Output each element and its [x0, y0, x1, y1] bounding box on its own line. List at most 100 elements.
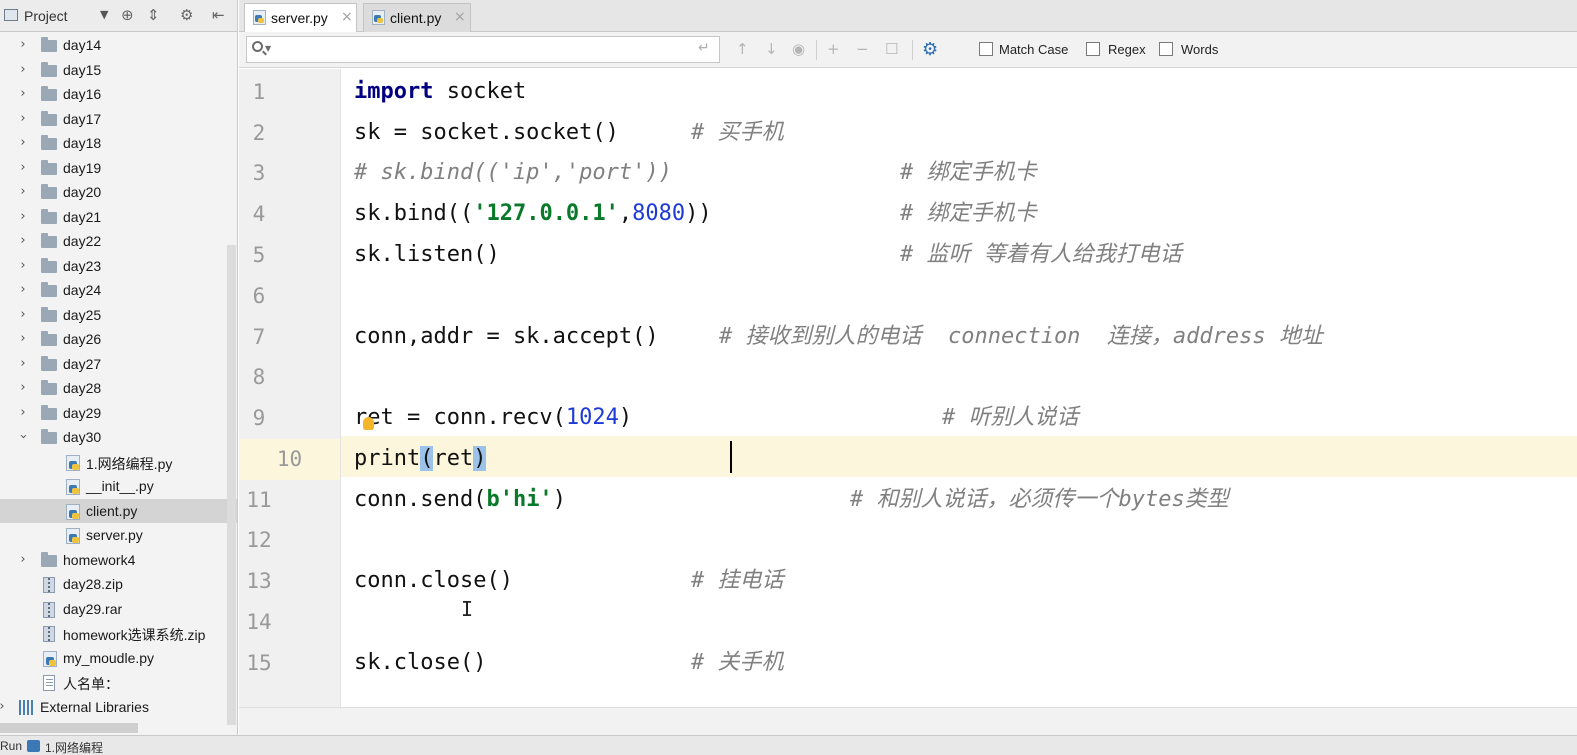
regex-checkbox[interactable]: [1086, 42, 1100, 56]
chevron-right-icon[interactable]: ›: [17, 307, 29, 322]
tree-item-name-list[interactable]: 人名单：: [0, 670, 237, 695]
tree-item-day15[interactable]: › day15: [0, 58, 237, 83]
tree-item-network-programming-py[interactable]: 1.网络编程.py: [0, 450, 237, 475]
tree-item-init-py[interactable]: __init__.py: [0, 474, 237, 499]
tab-server-py[interactable]: server.py ×: [244, 3, 357, 32]
chevron-right-icon[interactable]: ›: [17, 552, 29, 567]
lightbulb-icon[interactable]: [363, 417, 374, 430]
close-icon[interactable]: ×: [341, 9, 353, 25]
match-case-label[interactable]: Match Case: [999, 42, 1068, 57]
previous-occurrence-icon[interactable]: ↑: [736, 40, 749, 58]
tree-item-day26[interactable]: › day26: [0, 327, 237, 352]
project-panel-scrollbar[interactable]: [227, 245, 236, 725]
close-icon[interactable]: ×: [454, 9, 466, 25]
gear-icon[interactable]: ⚙: [180, 6, 193, 24]
code-line-1[interactable]: import socket: [354, 72, 526, 113]
regex-label[interactable]: Regex: [1108, 42, 1146, 57]
code-line-7[interactable]: conn,addr = sk.accept(): [354, 317, 659, 358]
tree-item-day20[interactable]: › day20: [0, 180, 237, 205]
remove-selection-icon[interactable]: −: [856, 40, 869, 58]
code-line-15[interactable]: sk.close(): [354, 643, 486, 684]
chevron-down-icon[interactable]: ›: [16, 431, 31, 443]
line-number: 15: [246, 651, 272, 675]
chevron-right-icon[interactable]: ›: [17, 184, 29, 199]
tree-item-day21[interactable]: › day21: [0, 205, 237, 230]
code-line-13[interactable]: conn.close(): [354, 561, 513, 602]
code-comment: # 绑定手机卡: [900, 160, 1037, 185]
search-icon[interactable]: [252, 41, 263, 52]
tree-item-day14[interactable]: › day14: [0, 33, 237, 58]
project-panel-horizontal-scrollbar[interactable]: [0, 723, 138, 733]
run-configuration-label[interactable]: 1.网络编程: [45, 739, 103, 755]
chevron-right-icon[interactable]: ›: [17, 233, 29, 248]
tab-client-py[interactable]: client.py ×: [363, 3, 471, 32]
code-line-9[interactable]: ret = conn.recv(1024): [354, 398, 632, 439]
code-line-3[interactable]: # sk.bind(('ip','port')): [354, 153, 672, 194]
tree-item-day28-zip[interactable]: day28.zip: [0, 572, 237, 597]
tree-item-homework-zip[interactable]: homework选课系统.zip: [0, 621, 237, 646]
code-token: ,: [618, 201, 633, 226]
search-input[interactable]: [246, 36, 720, 63]
tree-item-day28[interactable]: › day28: [0, 376, 237, 401]
tree-item-day27[interactable]: › day27: [0, 352, 237, 377]
code-token: # sk.bind(('ip','port')): [354, 160, 672, 185]
project-panel-title[interactable]: Project: [24, 8, 68, 24]
tree-item-my-moudle-py[interactable]: my_moudle.py: [0, 646, 237, 671]
chevron-right-icon[interactable]: ›: [0, 699, 8, 714]
hide-panel-icon[interactable]: ⇤: [212, 6, 225, 24]
tree-item-day24[interactable]: › day24: [0, 278, 237, 303]
code-comment: # 听别人说话: [942, 405, 1079, 430]
chevron-right-icon[interactable]: ›: [17, 86, 29, 101]
words-label[interactable]: Words: [1181, 42, 1218, 57]
tree-item-client-py[interactable]: client.py: [0, 498, 237, 523]
tree-item-homework4[interactable]: › homework4: [0, 548, 237, 573]
chevron-right-icon[interactable]: ›: [17, 111, 29, 126]
locate-icon[interactable]: ⊕: [121, 6, 134, 24]
chevron-right-icon[interactable]: ›: [17, 160, 29, 175]
tree-item-day29-rar[interactable]: day29.rar: [0, 597, 237, 622]
run-label[interactable]: Run: [0, 739, 22, 753]
tree-item-day16[interactable]: › day16: [0, 82, 237, 107]
collapse-all-icon[interactable]: ⇕: [147, 6, 160, 24]
code-line-5[interactable]: sk.listen(): [354, 235, 500, 276]
tree-item-day30[interactable]: › day30: [0, 425, 237, 450]
code-comment: # 关手机: [691, 650, 784, 675]
chevron-right-icon[interactable]: ›: [17, 331, 29, 346]
tree-item-external-libraries[interactable]: › External Libraries: [0, 695, 237, 720]
chevron-right-icon[interactable]: ›: [17, 380, 29, 395]
chevron-right-icon[interactable]: ›: [17, 37, 29, 52]
chevron-down-icon[interactable]: ▼: [100, 8, 108, 21]
chevron-right-icon[interactable]: ›: [17, 405, 29, 420]
line-number-gutter[interactable]: 1 2 3 4 5 6 7 8 9 10 11 12 13 14 15: [239, 69, 341, 707]
words-checkbox[interactable]: [1159, 42, 1173, 56]
code-line-4[interactable]: sk.bind(('127.0.0.1',8080)): [354, 194, 712, 235]
text-file-icon: [43, 675, 55, 691]
tree-item-label: day26: [63, 331, 102, 347]
chevron-right-icon[interactable]: ›: [17, 356, 29, 371]
tree-item-day17[interactable]: › day17: [0, 107, 237, 132]
tree-item-server-py[interactable]: server.py: [0, 523, 237, 548]
chevron-right-icon[interactable]: ›: [17, 135, 29, 150]
code-line-2[interactable]: sk = socket.socket(): [354, 113, 619, 154]
search-history-icon[interactable]: ▼: [265, 44, 271, 53]
gear-icon[interactable]: ⚙: [922, 39, 938, 60]
code-line-11[interactable]: conn.send(b'hi'): [354, 480, 566, 521]
tree-item-day29[interactable]: › day29: [0, 401, 237, 426]
add-selection-icon[interactable]: +: [827, 40, 840, 58]
tree-item-day22[interactable]: › day22: [0, 229, 237, 254]
chevron-right-icon[interactable]: ›: [17, 258, 29, 273]
code-line-10[interactable]: print(ret): [354, 439, 487, 480]
chevron-right-icon[interactable]: ›: [17, 209, 29, 224]
tree-item-day19[interactable]: › day19: [0, 156, 237, 181]
tree-item-day25[interactable]: › day25: [0, 303, 237, 328]
find-in-path-icon[interactable]: ◉: [792, 40, 805, 58]
select-all-occurrences-icon[interactable]: ☐: [885, 40, 898, 58]
tree-item-day23[interactable]: › day23: [0, 254, 237, 279]
tree-item-day18[interactable]: › day18: [0, 131, 237, 156]
next-occurrence-icon[interactable]: ↓: [765, 40, 778, 58]
tree-item-label: 1.网络编程.py: [86, 455, 173, 472]
chevron-right-icon[interactable]: ›: [17, 282, 29, 297]
chevron-right-icon[interactable]: ›: [17, 62, 29, 77]
match-case-checkbox[interactable]: [979, 42, 993, 56]
code-editor[interactable]: 1 2 3 4 5 6 7 8 9 10 11 12 13 14 15 impo…: [239, 69, 1577, 707]
